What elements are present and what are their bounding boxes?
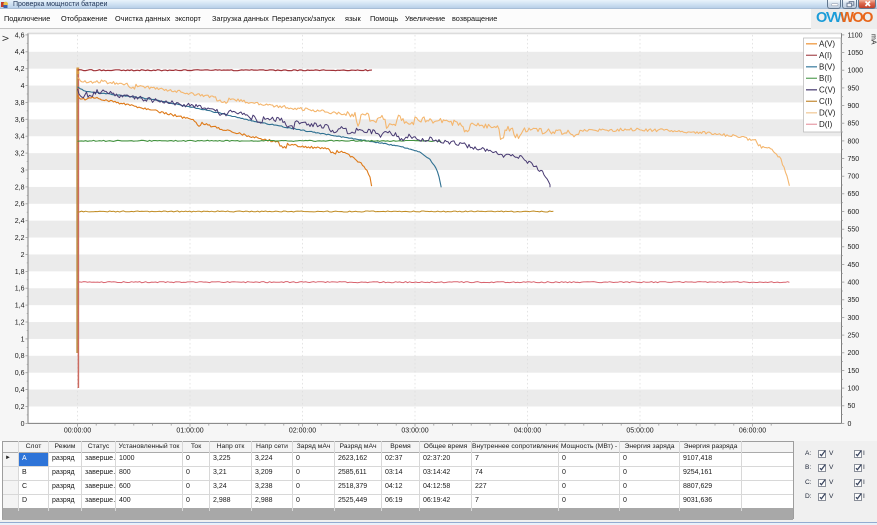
svg-text:3,2: 3,2 bbox=[15, 151, 25, 158]
svg-text:150: 150 bbox=[848, 368, 860, 375]
svg-text:100: 100 bbox=[848, 386, 860, 393]
svg-text:C(V): C(V) bbox=[819, 85, 836, 94]
svg-text:D(V): D(V) bbox=[819, 108, 836, 117]
svg-text:2,8: 2,8 bbox=[15, 184, 25, 191]
svg-text:3,8: 3,8 bbox=[15, 100, 25, 107]
svg-text:1100: 1100 bbox=[848, 32, 863, 39]
svg-text:3: 3 bbox=[21, 167, 25, 174]
svg-text:D(I): D(I) bbox=[819, 120, 833, 129]
svg-text:50: 50 bbox=[848, 403, 856, 410]
svg-text:C(I): C(I) bbox=[819, 97, 833, 106]
svg-text:200: 200 bbox=[848, 350, 860, 357]
svg-text:400: 400 bbox=[848, 280, 860, 287]
svg-text:1050: 1050 bbox=[848, 50, 864, 57]
svg-text:1,2: 1,2 bbox=[15, 319, 25, 326]
svg-text:1000: 1000 bbox=[848, 68, 864, 75]
svg-text:4,6: 4,6 bbox=[15, 32, 25, 39]
svg-text:3,4: 3,4 bbox=[15, 134, 25, 141]
svg-text:500: 500 bbox=[848, 244, 860, 251]
svg-text:2,4: 2,4 bbox=[15, 218, 25, 225]
svg-text:06:00:00: 06:00:00 bbox=[739, 427, 766, 434]
svg-text:B(I): B(I) bbox=[819, 74, 832, 83]
svg-text:2: 2 bbox=[21, 252, 25, 259]
svg-text:2,6: 2,6 bbox=[15, 201, 25, 208]
svg-text:1,8: 1,8 bbox=[15, 269, 25, 276]
svg-text:250: 250 bbox=[848, 333, 860, 340]
svg-text:4,2: 4,2 bbox=[15, 66, 25, 73]
svg-text:0,6: 0,6 bbox=[15, 370, 25, 377]
svg-text:A(V): A(V) bbox=[819, 39, 835, 48]
svg-text:00:00:00: 00:00:00 bbox=[64, 427, 91, 434]
svg-text:03:00:00: 03:00:00 bbox=[401, 427, 428, 434]
svg-text:05:00:00: 05:00:00 bbox=[626, 427, 653, 434]
svg-text:01:00:00: 01:00:00 bbox=[176, 427, 203, 434]
svg-text:V: V bbox=[2, 35, 11, 41]
svg-text:mA: mA bbox=[870, 34, 877, 45]
svg-text:950: 950 bbox=[848, 85, 860, 92]
svg-text:900: 900 bbox=[848, 103, 860, 110]
svg-text:0: 0 bbox=[848, 421, 852, 428]
svg-text:B(V): B(V) bbox=[819, 62, 835, 71]
svg-text:1,4: 1,4 bbox=[15, 303, 25, 310]
svg-text:600: 600 bbox=[848, 209, 860, 216]
svg-text:4,4: 4,4 bbox=[15, 49, 25, 56]
svg-text:300: 300 bbox=[848, 315, 860, 322]
svg-text:0,8: 0,8 bbox=[15, 353, 25, 360]
svg-text:2,2: 2,2 bbox=[15, 235, 25, 242]
svg-text:04:00:00: 04:00:00 bbox=[514, 427, 541, 434]
svg-text:0,2: 0,2 bbox=[15, 404, 25, 411]
svg-text:550: 550 bbox=[848, 227, 860, 234]
svg-text:350: 350 bbox=[848, 297, 860, 304]
svg-text:4: 4 bbox=[21, 83, 25, 90]
svg-text:850: 850 bbox=[848, 121, 860, 128]
svg-text:800: 800 bbox=[848, 138, 860, 145]
svg-text:0: 0 bbox=[21, 421, 25, 428]
svg-text:1,6: 1,6 bbox=[15, 286, 25, 293]
svg-text:650: 650 bbox=[848, 191, 860, 198]
svg-text:700: 700 bbox=[848, 174, 860, 181]
svg-text:750: 750 bbox=[848, 156, 860, 163]
svg-text:02:00:00: 02:00:00 bbox=[289, 427, 316, 434]
svg-text:0,4: 0,4 bbox=[15, 387, 25, 394]
svg-text:450: 450 bbox=[848, 262, 860, 269]
svg-text:A(I): A(I) bbox=[819, 51, 832, 60]
svg-text:1: 1 bbox=[21, 336, 25, 343]
svg-text:3,6: 3,6 bbox=[15, 117, 25, 124]
